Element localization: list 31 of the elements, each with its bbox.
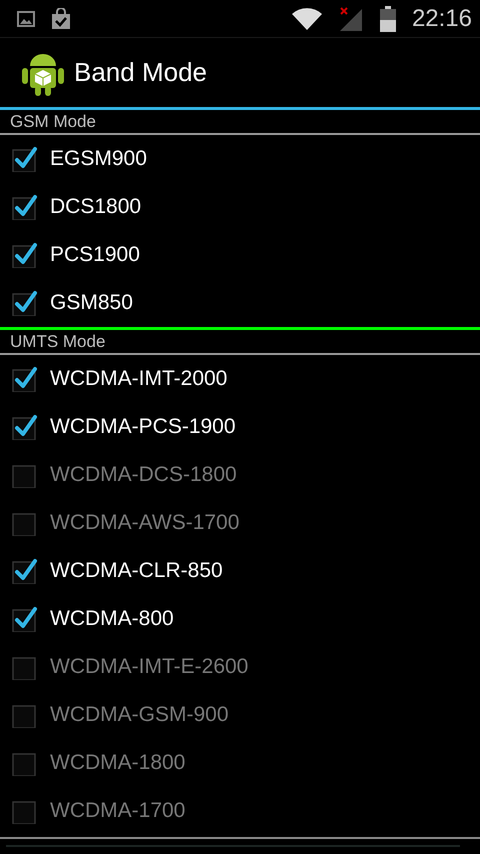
band-label: WCDMA-IMT-E-2600	[50, 655, 248, 679]
wifi-icon	[292, 8, 322, 30]
band-label: WCDMA-DCS-1800	[50, 463, 237, 487]
band-label: EGSM900	[50, 147, 147, 171]
band-label: WCDMA-PCS-1900	[50, 415, 236, 439]
band-label: WCDMA-GSM-900	[50, 703, 229, 727]
checkbox[interactable]	[12, 606, 38, 632]
battery-icon	[380, 6, 396, 32]
checkbox[interactable]	[12, 242, 38, 268]
section-header: GSM Mode	[10, 112, 96, 132]
band-label: WCDMA-800	[50, 607, 174, 631]
band-label: WCDMA-CLR-850	[50, 559, 223, 583]
band-label: DCS1800	[50, 195, 142, 219]
checkbox[interactable]	[12, 290, 38, 316]
image-icon	[17, 10, 35, 26]
band-label: WCDMA-1700	[50, 799, 186, 823]
checkbox[interactable]	[12, 194, 38, 220]
band-label: GSM850	[50, 291, 133, 315]
bag-check-icon	[51, 8, 71, 30]
band-label: WCDMA-IMT-2000	[50, 367, 228, 391]
checkbox[interactable]	[12, 558, 38, 584]
band-label: PCS1900	[50, 243, 140, 267]
checkbox[interactable]	[12, 146, 38, 172]
screen-title: Band Mode	[74, 57, 207, 88]
clock-time: 22:16	[412, 4, 472, 32]
section-header: UMTS Mode	[10, 332, 106, 352]
checkbox[interactable]	[12, 366, 38, 392]
signal-icon	[338, 6, 364, 30]
band-label: WCDMA-AWS-1700	[50, 511, 240, 535]
checkbox[interactable]	[12, 414, 38, 440]
band-label: WCDMA-1800	[50, 751, 186, 775]
